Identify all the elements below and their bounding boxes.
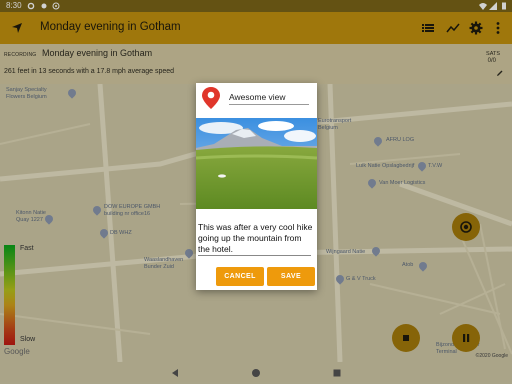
save-button[interactable]: SAVE — [267, 267, 315, 286]
marker-dialog: Awesome view This was after a very cool … — [196, 83, 317, 290]
marker-name-input[interactable]: Awesome view — [229, 91, 309, 105]
marker-description-input[interactable]: This was after a very cool hike going up… — [198, 222, 314, 255]
description-underline — [198, 255, 311, 256]
marker-photo[interactable] — [196, 118, 317, 209]
cancel-button[interactable]: CANCEL — [216, 267, 264, 286]
map-marker-icon — [202, 87, 220, 109]
